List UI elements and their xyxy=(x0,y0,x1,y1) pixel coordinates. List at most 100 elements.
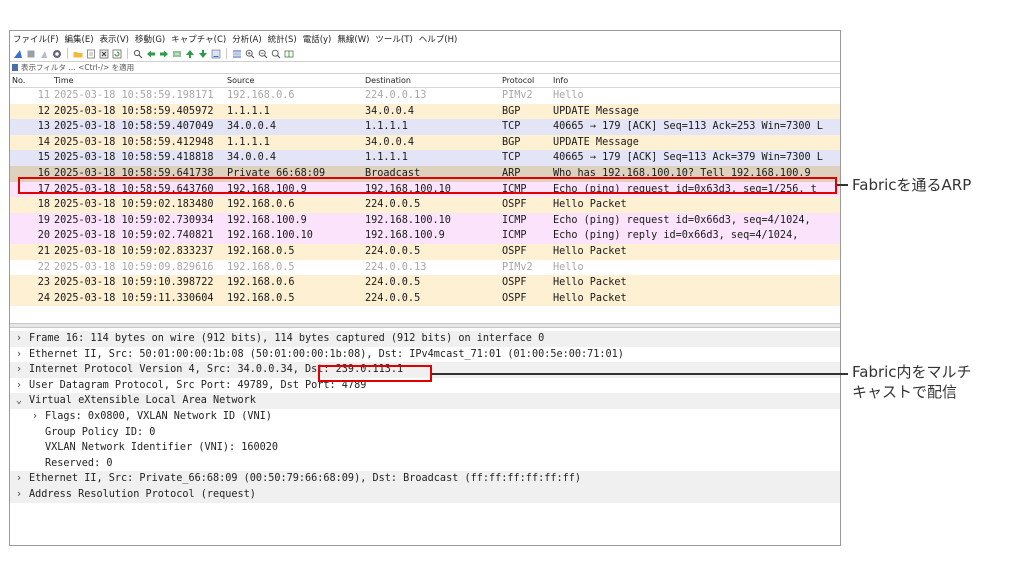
packet-source: 192.168.100.9 xyxy=(227,214,307,226)
menu-help[interactable]: ヘルプ(H) xyxy=(419,33,458,45)
menu-analyze[interactable]: 分析(A) xyxy=(232,33,261,45)
packet-row[interactable]: 24 2025-03-18 10:59:11.330604 192.168.0.5 2… xyxy=(10,290,840,307)
column-header-time[interactable]: Time xyxy=(54,76,74,85)
packet-row[interactable]: 20 2025-03-18 10:59:02.740821 192.168.100.… xyxy=(10,228,840,244)
detail-text: Virtual eXtensible Local Area Network xyxy=(29,395,256,407)
save-file-icon[interactable] xyxy=(86,49,96,59)
packet-no: 22 xyxy=(37,261,50,273)
packet-info: 40665 → 179 [ACK] Seq=113 Ack=379 Win=73… xyxy=(553,152,823,164)
packet-destination: 1.1.1.1 xyxy=(365,121,408,133)
menu-statistics[interactable]: 統計(S) xyxy=(268,33,297,45)
packet-time: 2025-03-18 10:59:02.833237 xyxy=(54,246,214,257)
colorize-icon[interactable] xyxy=(232,49,242,59)
packet-row[interactable]: 18 2025-03-18 10:59:02.183480 192.168.0.6 2… xyxy=(10,197,840,213)
detail-text: Frame 16: 114 bytes on wire (912 bits), … xyxy=(29,333,545,344)
detail-row[interactable]: Reserved: 0 xyxy=(10,456,840,472)
collapsed-chevron-icon[interactable]: › xyxy=(14,331,24,347)
multicast-dst-highlight xyxy=(318,365,432,382)
menu-file[interactable]: ファイル(F) xyxy=(13,33,59,45)
packet-protocol: OSPF xyxy=(502,246,527,257)
packet-time: 2025-03-18 10:59:02.740821 xyxy=(54,230,214,242)
menu-view[interactable]: 表示(V) xyxy=(100,33,129,45)
packet-row[interactable]: 14 2025-03-18 10:58:59.412948 1.1.1.1 34.0.… xyxy=(10,134,840,151)
collapsed-chevron-icon[interactable]: › xyxy=(14,471,24,487)
detail-row[interactable]: › Flags: 0x0800, VXLAN Network ID (VNI) xyxy=(10,409,840,425)
menu-tools[interactable]: ツール(T) xyxy=(375,33,412,45)
menu-telephony[interactable]: 電話(y) xyxy=(303,33,332,45)
restart-icon[interactable] xyxy=(39,49,49,59)
packet-protocol: TCP xyxy=(502,152,521,164)
zoom-normal-icon[interactable] xyxy=(271,49,281,59)
stop-icon[interactable] xyxy=(26,49,36,59)
display-filter-bar[interactable]: 表示フィルタ … <Ctrl-/> を適用 xyxy=(10,61,840,74)
column-header-info[interactable]: Info xyxy=(553,76,568,85)
menu-capture[interactable]: キャプチャ(C) xyxy=(171,33,226,45)
packet-source: 192.168.0.6 xyxy=(227,90,295,101)
packet-no: 18 xyxy=(37,199,50,211)
packet-destination: 34.0.0.4 xyxy=(365,136,415,148)
expanded-chevron-icon[interactable]: ⌄ xyxy=(14,393,24,409)
packet-row[interactable]: 15 2025-03-18 10:58:59.418818 34.0.0.4 1.1.… xyxy=(10,150,840,166)
packet-row[interactable]: 21 2025-03-18 10:59:02.833237 192.168.0.5 2… xyxy=(10,244,840,260)
detail-text: Address Resolution Protocol (request) xyxy=(29,488,256,500)
wireshark-window: ファイル(F) 編集(E) 表示(V) 移動(G) キャプチャ(C) 分析(A)… xyxy=(9,30,841,546)
packet-info: UPDATE Message xyxy=(553,105,639,117)
collapsed-chevron-icon[interactable]: › xyxy=(30,409,40,425)
close-file-icon[interactable] xyxy=(99,49,109,59)
collapsed-chevron-icon[interactable]: › xyxy=(14,378,24,394)
capture-options-icon[interactable] xyxy=(52,49,62,59)
packet-no: 21 xyxy=(37,246,50,257)
column-header-protocol[interactable]: Protocol xyxy=(502,76,534,85)
packet-row[interactable]: 11 2025-03-18 10:58:59.198171 192.168.0.6 2… xyxy=(10,88,840,104)
packet-time: 2025-03-18 10:59:11.330604 xyxy=(54,292,214,304)
resize-columns-icon[interactable] xyxy=(284,49,294,59)
packet-no: 15 xyxy=(37,152,50,164)
detail-row[interactable]: › Ethernet II, Src: 50:01:00:00:1b:08 (50… xyxy=(10,347,840,363)
detail-row[interactable]: › Address Resolution Protocol (request) xyxy=(10,486,840,503)
column-header-destination[interactable]: Destination xyxy=(365,76,411,85)
detail-row[interactable]: › Frame 16: 114 bytes on wire (912 bits),… xyxy=(10,331,840,347)
menu-go[interactable]: 移動(G) xyxy=(135,33,165,45)
packet-protocol: OSPF xyxy=(502,292,527,304)
collapsed-chevron-icon[interactable]: › xyxy=(14,347,24,363)
open-folder-icon[interactable] xyxy=(73,49,83,59)
detail-text: Flags: 0x0800, VXLAN Network ID (VNI) xyxy=(45,410,272,422)
go-last-icon[interactable] xyxy=(198,49,208,59)
packet-row[interactable]: 19 2025-03-18 10:59:02.730934 192.168.100.… xyxy=(10,212,840,229)
toolbar-divider xyxy=(67,48,68,59)
bookmark-icon[interactable] xyxy=(12,64,18,71)
collapsed-chevron-icon[interactable]: › xyxy=(14,362,24,378)
packet-no: 14 xyxy=(37,136,50,148)
pane-splitter[interactable] xyxy=(10,323,840,328)
packet-row[interactable]: 12 2025-03-18 10:58:59.405972 1.1.1.1 34.0.… xyxy=(10,103,840,120)
find-icon[interactable] xyxy=(133,49,143,59)
packet-info: Echo (ping) reply id=0x66d3, seq=4/1024, xyxy=(553,230,799,242)
go-forward-icon[interactable] xyxy=(159,49,169,59)
go-first-icon[interactable] xyxy=(185,49,195,59)
shark-fin-start-icon[interactable] xyxy=(13,49,23,59)
column-header-no[interactable]: No. xyxy=(12,76,25,85)
display-filter-input[interactable]: 表示フィルタ … <Ctrl-/> を適用 xyxy=(21,62,134,73)
autoscroll-icon[interactable] xyxy=(211,49,221,59)
collapsed-chevron-icon[interactable]: › xyxy=(14,487,24,503)
zoom-in-icon[interactable] xyxy=(245,49,255,59)
packet-row[interactable]: 22 2025-03-18 10:59:09.829616 192.168.0.5 2… xyxy=(10,259,840,276)
detail-row[interactable]: ⌄ Virtual eXtensible Local Area Network xyxy=(10,393,840,409)
detail-row[interactable]: VXLAN Network Identifier (VNI): 160020 xyxy=(10,440,840,456)
detail-row[interactable]: Group Policy ID: 0 xyxy=(10,425,840,441)
menu-wireless[interactable]: 無線(W) xyxy=(337,33,369,45)
packet-time: 2025-03-18 10:58:59.198171 xyxy=(54,90,214,101)
zoom-out-icon[interactable] xyxy=(258,49,268,59)
go-back-icon[interactable] xyxy=(146,49,156,59)
detail-row[interactable]: › Ethernet II, Src: Private_66:68:09 (00:… xyxy=(10,471,840,487)
packet-list-header: No. Time Source Destination Protocol Inf… xyxy=(10,74,840,88)
packet-row[interactable]: 23 2025-03-18 10:59:10.398722 192.168.0.6 2… xyxy=(10,275,840,291)
go-to-packet-icon[interactable] xyxy=(172,49,182,59)
menu-bar: ファイル(F) 編集(E) 表示(V) 移動(G) キャプチャ(C) 分析(A)… xyxy=(10,31,840,46)
packet-row[interactable]: 13 2025-03-18 10:58:59.407049 34.0.0.4 1.1.… xyxy=(10,119,840,135)
reload-icon[interactable] xyxy=(112,49,122,59)
packet-destination: 224.0.0.13 xyxy=(365,261,427,273)
column-header-source[interactable]: Source xyxy=(227,76,254,85)
packet-source: 192.168.0.6 xyxy=(227,277,295,289)
menu-edit[interactable]: 編集(E) xyxy=(65,33,94,45)
